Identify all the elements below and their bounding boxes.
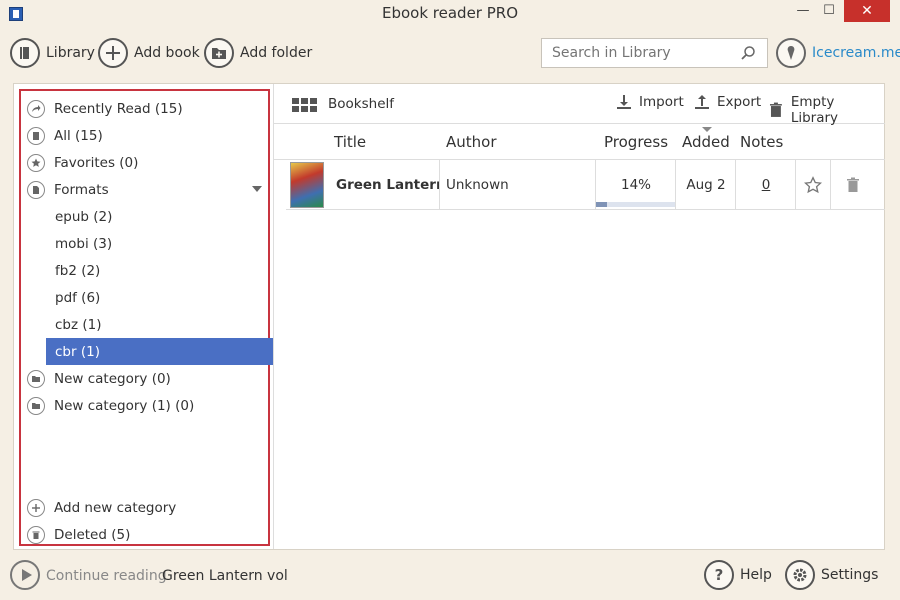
- title-bar: Ebook reader PRO — ☐ ✕: [0, 0, 900, 28]
- book-author: Unknown: [446, 176, 509, 193]
- sidebar-item-category[interactable]: New category (0): [21, 365, 268, 392]
- content-toolbar: Bookshelf Import Export Empty Library: [274, 84, 885, 126]
- favorite-button[interactable]: [796, 160, 830, 209]
- progress-bar: [596, 202, 676, 207]
- sidebar-item-label: New category (0): [54, 370, 171, 387]
- brand-label: Icecream.me: [812, 45, 900, 61]
- add-category-button[interactable]: Add new category: [21, 494, 268, 521]
- play-icon[interactable]: [10, 560, 40, 590]
- sidebar-item-label: All (15): [54, 127, 103, 144]
- grid-view-icon[interactable]: [292, 98, 318, 112]
- sidebar-item-label: New category (1) (0): [54, 397, 195, 414]
- import-button[interactable]: Import: [616, 94, 684, 110]
- export-button[interactable]: Export: [694, 94, 761, 110]
- sidebar-item-format-epub[interactable]: epub (2): [21, 203, 268, 230]
- trash-icon: [769, 102, 782, 117]
- close-button[interactable]: ✕: [844, 0, 890, 22]
- empty-library-label: Empty Library: [790, 94, 839, 126]
- sidebar-item-label: Add new category: [54, 499, 177, 516]
- plus-icon: [27, 498, 45, 517]
- delete-book-button[interactable]: [836, 160, 870, 209]
- help-icon: ?: [704, 560, 734, 590]
- upload-icon: [695, 95, 709, 109]
- add-book-button[interactable]: Add book: [98, 36, 200, 70]
- sidebar-item-all[interactable]: All (15): [21, 122, 268, 149]
- settings-button[interactable]: Settings: [785, 560, 878, 590]
- status-bar: Continue reading Green Lantern vol ? Hel…: [0, 558, 900, 596]
- column-notes[interactable]: Notes: [740, 133, 783, 151]
- sidebar-item-label: Formats: [54, 181, 109, 198]
- download-icon: [617, 95, 631, 109]
- sidebar-item-label: Recently Read (15): [54, 100, 183, 117]
- continue-reading-label[interactable]: Continue reading: [46, 568, 167, 584]
- column-title[interactable]: Title: [334, 133, 366, 151]
- add-folder-button[interactable]: Add folder: [204, 36, 312, 70]
- settings-label: Settings: [821, 567, 879, 583]
- folder-add-icon: [204, 38, 234, 68]
- bookshelf-view-label[interactable]: Bookshelf: [328, 96, 394, 112]
- column-added[interactable]: Added: [682, 133, 730, 151]
- chevron-down-icon[interactable]: [252, 186, 262, 192]
- library-button[interactable]: Library: [10, 36, 95, 70]
- help-button[interactable]: ? Help: [704, 560, 772, 590]
- gear-icon: [785, 560, 815, 590]
- plus-icon: [98, 38, 128, 68]
- document-icon: [27, 180, 45, 199]
- library-content: Bookshelf Import Export Empty Library Ti…: [274, 84, 885, 549]
- book-stack-icon: [27, 126, 45, 145]
- main-toolbar: Library Add book Add folder Icecream.me: [0, 36, 900, 70]
- sidebar-item-recently-read[interactable]: Recently Read (15): [21, 95, 268, 122]
- library-label: Library: [46, 45, 95, 61]
- help-label: Help: [740, 567, 772, 583]
- sidebar-item-category[interactable]: New category (1) (0): [21, 392, 268, 419]
- book-notes-link[interactable]: 0: [736, 160, 796, 209]
- icecream-logo-icon: [776, 38, 806, 68]
- export-label: Export: [717, 94, 762, 110]
- import-label: Import: [639, 94, 684, 110]
- sidebar-item-format-fb2[interactable]: fb2 (2): [21, 257, 268, 284]
- main-panel: Recently Read (15) All (15) Favorites (0…: [13, 83, 885, 550]
- sort-down-icon: [702, 127, 712, 132]
- trash-icon: [847, 177, 859, 192]
- maximize-button[interactable]: ☐: [816, 0, 842, 22]
- minimize-button[interactable]: —: [790, 0, 816, 22]
- sidebar-item-format-pdf[interactable]: pdf (6): [21, 284, 268, 311]
- folder-icon: [27, 369, 45, 388]
- table-row[interactable]: Green Lantern v Unknown 14% Aug 2 0: [286, 160, 885, 210]
- sidebar-item-format-mobi[interactable]: mobi (3): [21, 230, 268, 257]
- sidebar-item-formats[interactable]: Formats: [21, 176, 268, 203]
- sidebar-item-format-cbz[interactable]: cbz (1): [21, 311, 268, 338]
- add-folder-label: Add folder: [240, 45, 313, 61]
- folder-icon: [27, 396, 45, 415]
- book-title[interactable]: Green Lantern v: [336, 160, 440, 209]
- sidebar-item-label: Deleted (5): [54, 526, 131, 543]
- column-progress[interactable]: Progress: [604, 133, 668, 151]
- empty-library-button[interactable]: Empty Library: [768, 94, 885, 126]
- icecream-link[interactable]: Icecream.me: [776, 36, 900, 70]
- share-icon: [27, 99, 45, 118]
- table-header: Title Author Progress Added Notes: [274, 125, 885, 160]
- column-author[interactable]: Author: [446, 133, 497, 151]
- search-icon[interactable]: [740, 45, 756, 61]
- star-outline-icon: [804, 175, 822, 193]
- window-title: Ebook reader PRO: [381, 4, 519, 22]
- sidebar: Recently Read (15) All (15) Favorites (0…: [19, 89, 274, 548]
- book-cover[interactable]: [290, 162, 324, 208]
- star-icon: [27, 153, 45, 172]
- sidebar-item-deleted[interactable]: Deleted (5): [21, 521, 268, 548]
- sidebar-item-label: Favorites (0): [54, 154, 139, 171]
- book-icon: [10, 38, 40, 68]
- search-input[interactable]: [541, 38, 768, 68]
- sidebar-item-favorites[interactable]: Favorites (0): [21, 149, 268, 176]
- add-book-label: Add book: [134, 45, 200, 61]
- continue-reading-book[interactable]: Green Lantern vol: [162, 568, 288, 584]
- trash-icon: [27, 525, 45, 544]
- book-added-date: Aug 2: [686, 176, 726, 193]
- sidebar-item-format-cbr[interactable]: cbr (1): [46, 338, 274, 365]
